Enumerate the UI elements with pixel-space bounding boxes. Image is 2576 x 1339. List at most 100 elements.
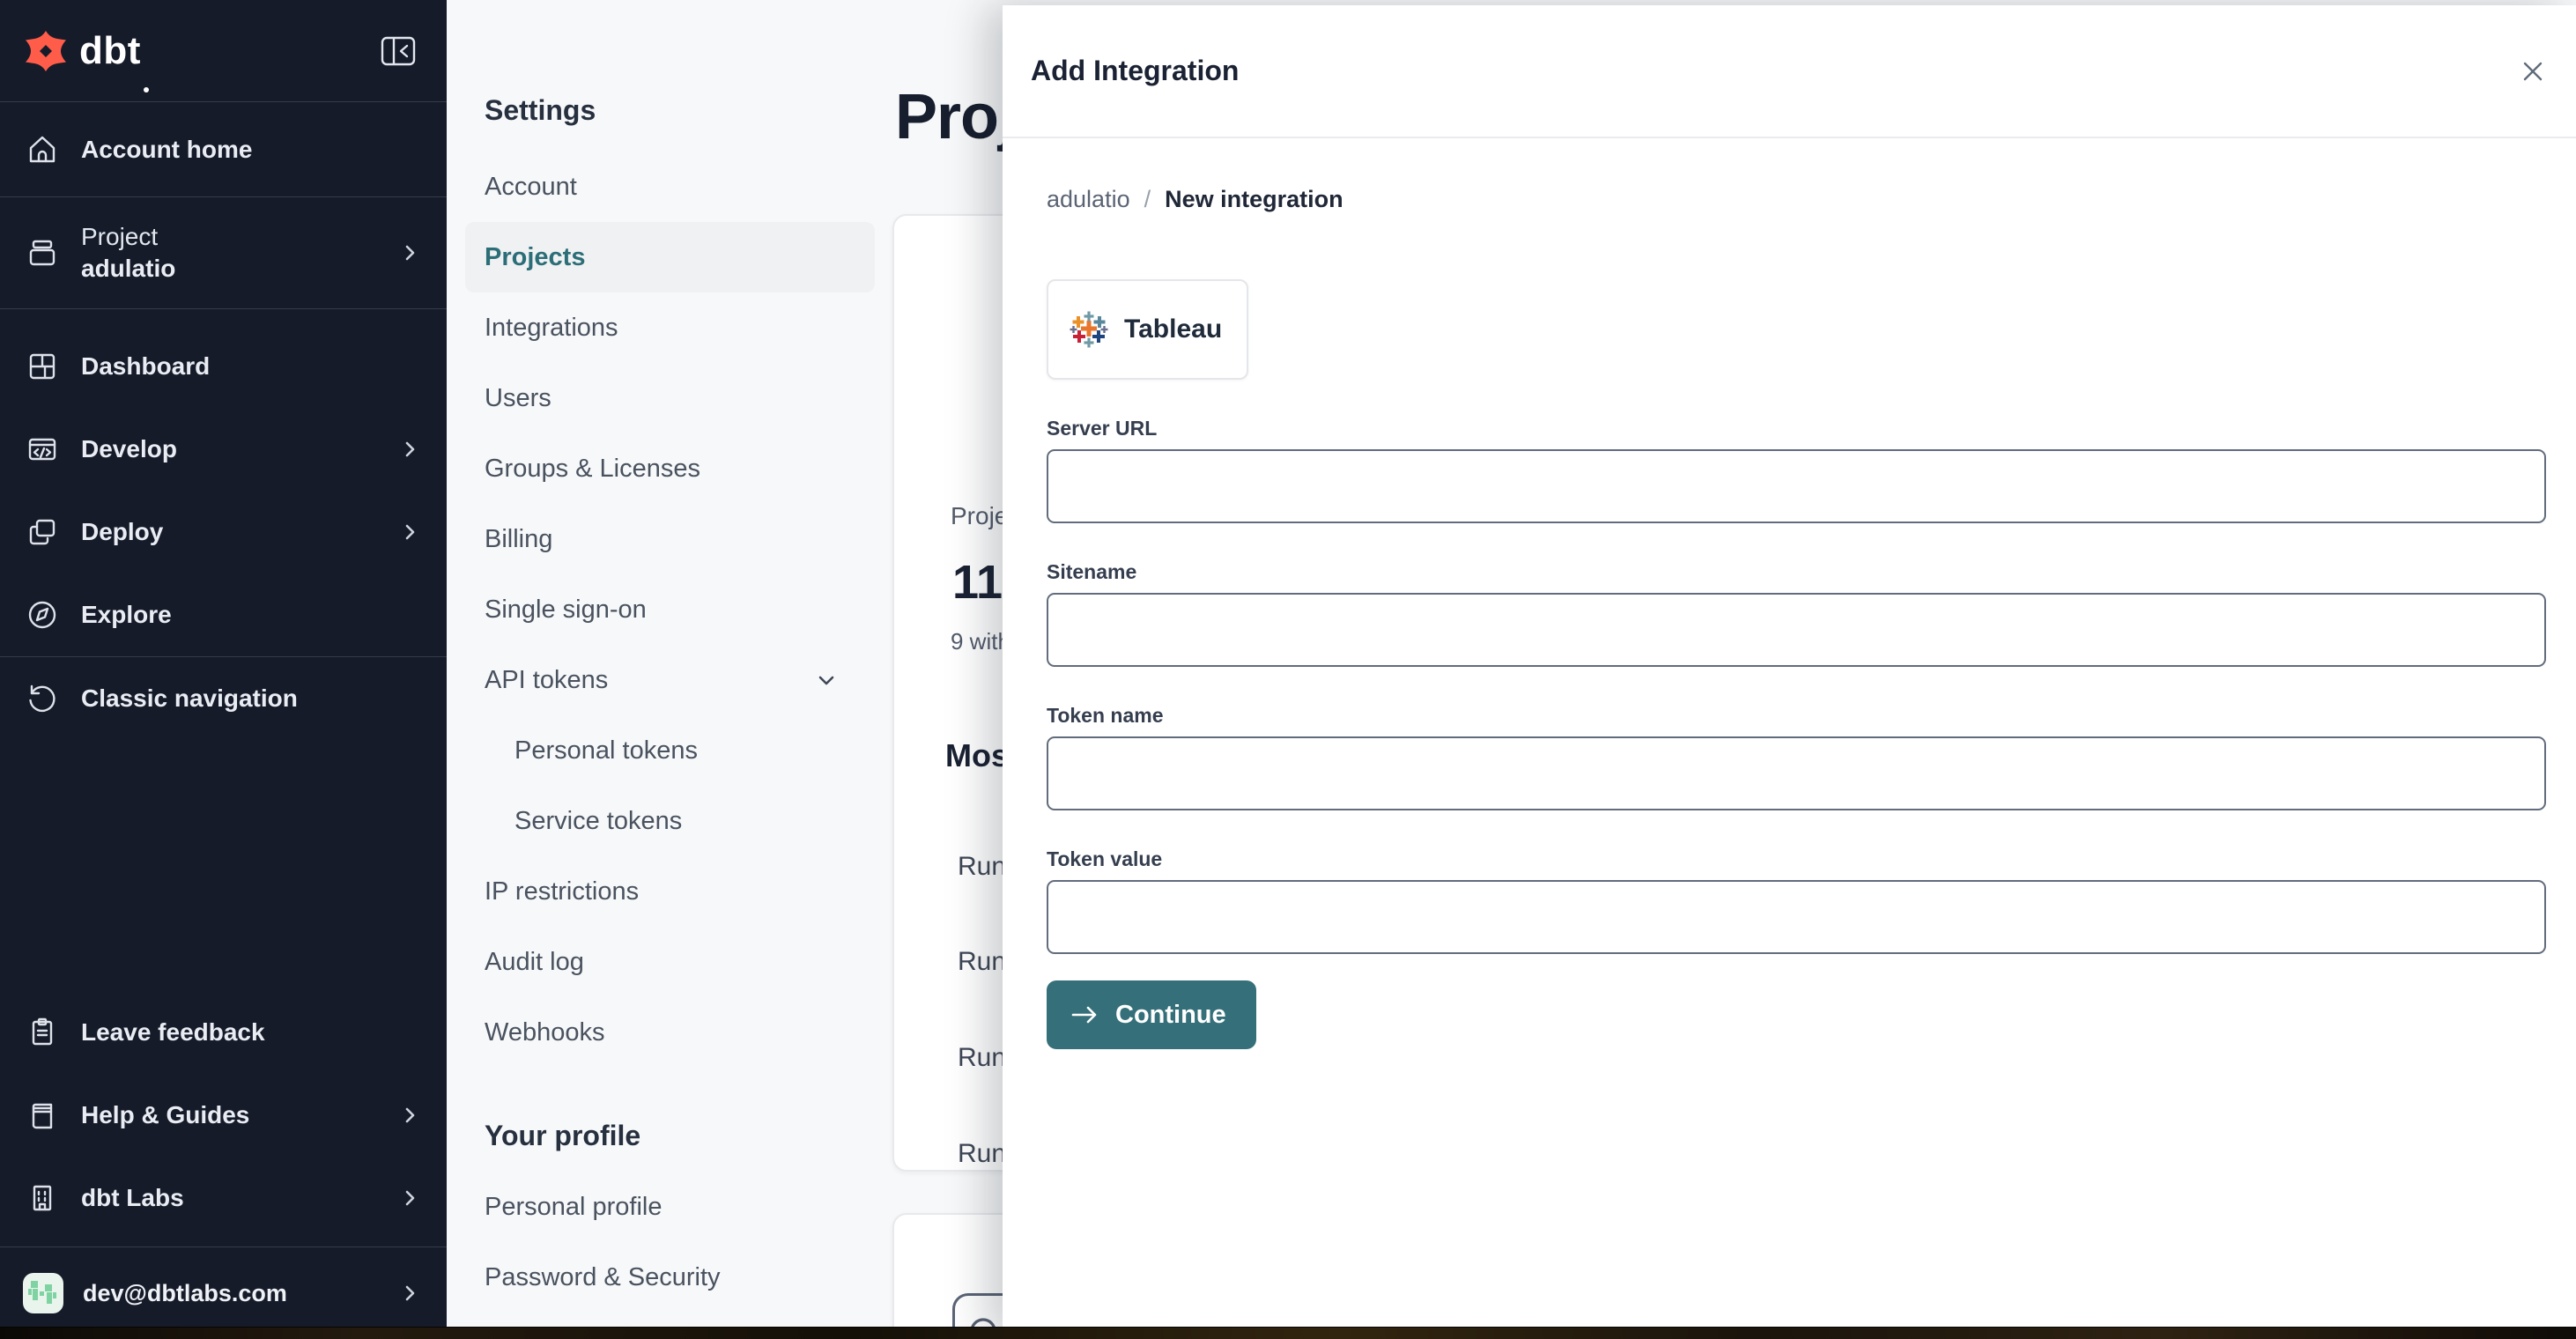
- tableau-integration-card[interactable]: Tableau: [1047, 279, 1248, 380]
- field-server-url: Server URL: [1047, 417, 2546, 523]
- run-link[interactable]: Run: [958, 1043, 1006, 1073]
- settings-item-label: API tokens: [485, 665, 609, 694]
- breadcrumb-project[interactable]: adulatio: [1047, 184, 1130, 214]
- run-link[interactable]: Run: [958, 852, 1006, 882]
- stat-subtext: 9 with: [951, 628, 1010, 655]
- sidebar-item-label: Classic navigation: [81, 684, 298, 712]
- settings-item-service-tokens[interactable]: Service tokens: [465, 786, 875, 856]
- overlap-squares-icon: [25, 515, 60, 549]
- settings-item-account[interactable]: Account: [465, 152, 875, 222]
- settings-item-audit-log[interactable]: Audit log: [465, 927, 875, 997]
- drawer-header: Add Integration: [1003, 5, 2576, 138]
- token-name-label: Token name: [1047, 704, 1164, 727]
- settings-item-personal-tokens[interactable]: Personal tokens: [465, 715, 875, 786]
- project-prefix: Project: [81, 223, 159, 250]
- sidebar: dbt Account home Project adulatio Dashbo…: [0, 0, 447, 1339]
- close-icon: [2520, 58, 2546, 85]
- compass-icon: [25, 598, 60, 632]
- desktop-wallpaper-strip: [0, 1327, 2576, 1339]
- settings-item-api-tokens[interactable]: API tokens: [465, 645, 875, 715]
- settings-nav: Settings Account Projects Integrations U…: [447, 0, 892, 1339]
- your-profile-title: Your profile: [485, 1120, 641, 1151]
- sidebar-item-explore[interactable]: Explore: [0, 573, 447, 656]
- breadcrumb: adulatio / New integration: [1047, 184, 2546, 214]
- sidebar-item-label: Project adulatio: [81, 221, 175, 285]
- sidebar-item-deploy[interactable]: Deploy: [0, 491, 447, 573]
- settings-item-projects[interactable]: Projects: [465, 222, 875, 292]
- chevron-right-icon: [399, 522, 420, 543]
- chevron-right-icon: [399, 1283, 420, 1304]
- settings-item-groups-licenses[interactable]: Groups & Licenses: [465, 433, 875, 504]
- sidebar-item-leave-feedback[interactable]: Leave feedback: [0, 991, 447, 1074]
- sidebar-item-dbt-labs[interactable]: dbt Labs: [0, 1157, 447, 1239]
- add-integration-drawer: Add Integration adulatio / New integrati…: [1003, 5, 2576, 1339]
- sidebar-item-project[interactable]: Project adulatio: [0, 197, 447, 308]
- field-token-value: Token value: [1047, 847, 2546, 954]
- field-sitename: Sitename: [1047, 560, 2546, 667]
- app-root: dbt Account home Project adulatio Dashbo…: [0, 0, 2576, 1339]
- sidebar-item-help-guides[interactable]: Help & Guides: [0, 1074, 447, 1157]
- settings-item-webhooks[interactable]: Webhooks: [465, 997, 875, 1068]
- field-token-name: Token name: [1047, 704, 2546, 810]
- sidebar-item-label: Leave feedback: [81, 1018, 265, 1046]
- stat-label: Proje: [951, 502, 1009, 529]
- server-url-label: Server URL: [1047, 417, 1158, 440]
- sidebar-user-menu[interactable]: dev@dbtlabs.com: [0, 1247, 447, 1339]
- brand-wordmark: dbt: [79, 28, 141, 72]
- settings-item-personal-profile[interactable]: Personal profile: [465, 1172, 875, 1242]
- settings-item-password-security[interactable]: Password & Security: [465, 1242, 875, 1313]
- settings-title: Settings: [485, 94, 596, 126]
- book-icon: [25, 1099, 60, 1132]
- section-title: Mos: [945, 737, 1009, 773]
- clipboard-icon: [25, 1016, 60, 1049]
- project-name: adulatio: [81, 255, 176, 282]
- sidebar-item-develop[interactable]: Develop: [0, 408, 447, 491]
- sidebar-item-dashboard[interactable]: Dashboard: [0, 325, 447, 408]
- token-value-input[interactable]: [1047, 880, 2546, 954]
- chevron-right-icon: [399, 439, 420, 460]
- brand-dot: [143, 87, 149, 92]
- chevron-right-icon: [399, 1105, 420, 1126]
- sidebar-item-label: Account home: [81, 135, 253, 163]
- server-url-input[interactable]: [1047, 449, 2546, 523]
- token-value-label: Token value: [1047, 847, 1163, 870]
- settings-item-billing[interactable]: Billing: [465, 504, 875, 574]
- sidebar-header: dbt: [0, 0, 447, 102]
- sidebar-item-label: Dashboard: [81, 352, 211, 380]
- continue-label: Continue: [1115, 1000, 1226, 1029]
- breadcrumb-current: New integration: [1165, 186, 1344, 212]
- sidebar-item-label: Explore: [81, 601, 172, 628]
- settings-item-ip-restrictions[interactable]: IP restrictions: [465, 856, 875, 927]
- token-name-input[interactable]: [1047, 736, 2546, 810]
- sidebar-item-label: Develop: [81, 435, 177, 462]
- home-icon: [25, 133, 60, 166]
- sidebar-collapse-button[interactable]: [380, 35, 417, 67]
- avatar: [23, 1273, 63, 1313]
- continue-button[interactable]: Continue: [1047, 980, 1256, 1049]
- sidebar-item-classic-navigation[interactable]: Classic navigation: [0, 657, 447, 740]
- settings-item-users[interactable]: Users: [465, 363, 875, 433]
- dbt-logo-icon: [25, 30, 67, 72]
- close-button[interactable]: [2516, 55, 2550, 88]
- chevron-right-icon: [399, 1187, 420, 1209]
- panel-collapse-icon: [380, 35, 417, 67]
- code-window-icon: [25, 433, 60, 466]
- chevron-right-icon: [399, 242, 420, 263]
- settings-item-integrations[interactable]: Integrations: [465, 292, 875, 363]
- sidebar-item-label: Deploy: [81, 518, 164, 545]
- sidebar-divider: [0, 308, 447, 309]
- stat-value: 11: [952, 556, 1003, 609]
- sitename-label: Sitename: [1047, 560, 1137, 583]
- run-link[interactable]: Run: [958, 1139, 1006, 1169]
- run-link[interactable]: Run: [958, 947, 1006, 977]
- arrow-right-icon: [1070, 1003, 1101, 1026]
- settings-item-single-sign-on[interactable]: Single sign-on: [465, 574, 875, 645]
- user-email: dev@dbtlabs.com: [83, 1279, 287, 1306]
- sidebar-item-label: Help & Guides: [81, 1101, 250, 1128]
- sidebar-item-label: dbt Labs: [81, 1184, 184, 1211]
- sidebar-item-account-home[interactable]: Account home: [0, 102, 447, 196]
- tableau-logo-icon: [1070, 310, 1108, 349]
- sitename-input[interactable]: [1047, 593, 2546, 667]
- breadcrumb-separator: /: [1144, 186, 1151, 212]
